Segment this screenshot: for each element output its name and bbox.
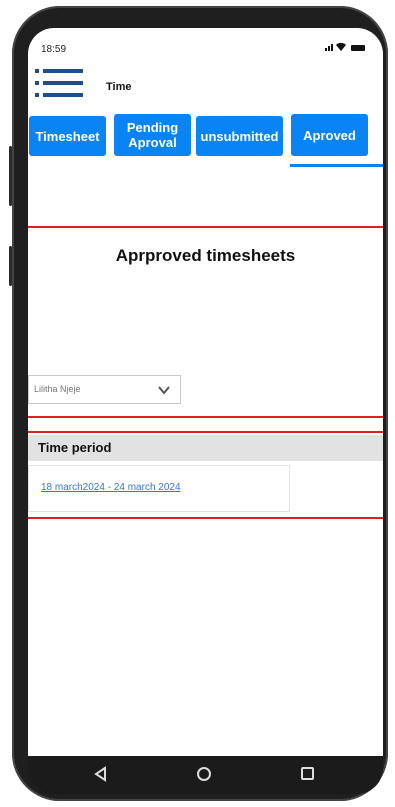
active-tab-indicator — [290, 164, 383, 167]
column-header-time-period: Time period — [38, 440, 112, 455]
tab-pending-approval[interactable]: Pending Aproval — [114, 114, 191, 156]
phone-screen: 18:59 Time Timesheet Pending Aproval uns… — [28, 28, 383, 756]
time-period-link[interactable]: 18 march2024 - 24 march 2024 — [41, 482, 181, 493]
tab-label: Aproved — [303, 127, 356, 143]
table-header: Time period — [28, 435, 383, 461]
tab-timesheet[interactable]: Timesheet — [29, 116, 106, 156]
hamburger-menu-icon[interactable] — [35, 69, 83, 97]
tab-approved[interactable]: Aproved — [291, 114, 368, 156]
navigation-bar — [28, 756, 383, 794]
signal-icon — [325, 44, 333, 51]
wifi-icon — [336, 43, 346, 51]
page-title: Time — [106, 81, 132, 93]
volume-button — [9, 146, 12, 206]
tab-label: Pending Aproval — [126, 120, 179, 150]
status-bar: 18:59 — [28, 28, 383, 58]
status-icons — [325, 43, 365, 51]
tab-unsubmitted[interactable]: unsubmitted — [196, 116, 283, 156]
battery-icon — [351, 45, 365, 51]
tab-label: Timesheet — [35, 128, 100, 144]
section-heading: Aprproved timesheets — [115, 246, 296, 265]
table-row: 18 march2024 - 24 march 2024 — [28, 465, 290, 512]
status-time: 18:59 — [41, 44, 67, 55]
power-button — [9, 246, 12, 286]
chevron-down-icon — [158, 386, 170, 395]
employee-select[interactable]: Lilitha Njeje — [28, 375, 181, 404]
employee-select-value: Lilitha Njeje — [34, 384, 81, 394]
tab-label: unsubmitted — [200, 128, 279, 144]
home-icon[interactable] — [197, 767, 211, 781]
back-icon[interactable] — [93, 766, 109, 782]
recent-apps-icon[interactable] — [301, 767, 314, 780]
